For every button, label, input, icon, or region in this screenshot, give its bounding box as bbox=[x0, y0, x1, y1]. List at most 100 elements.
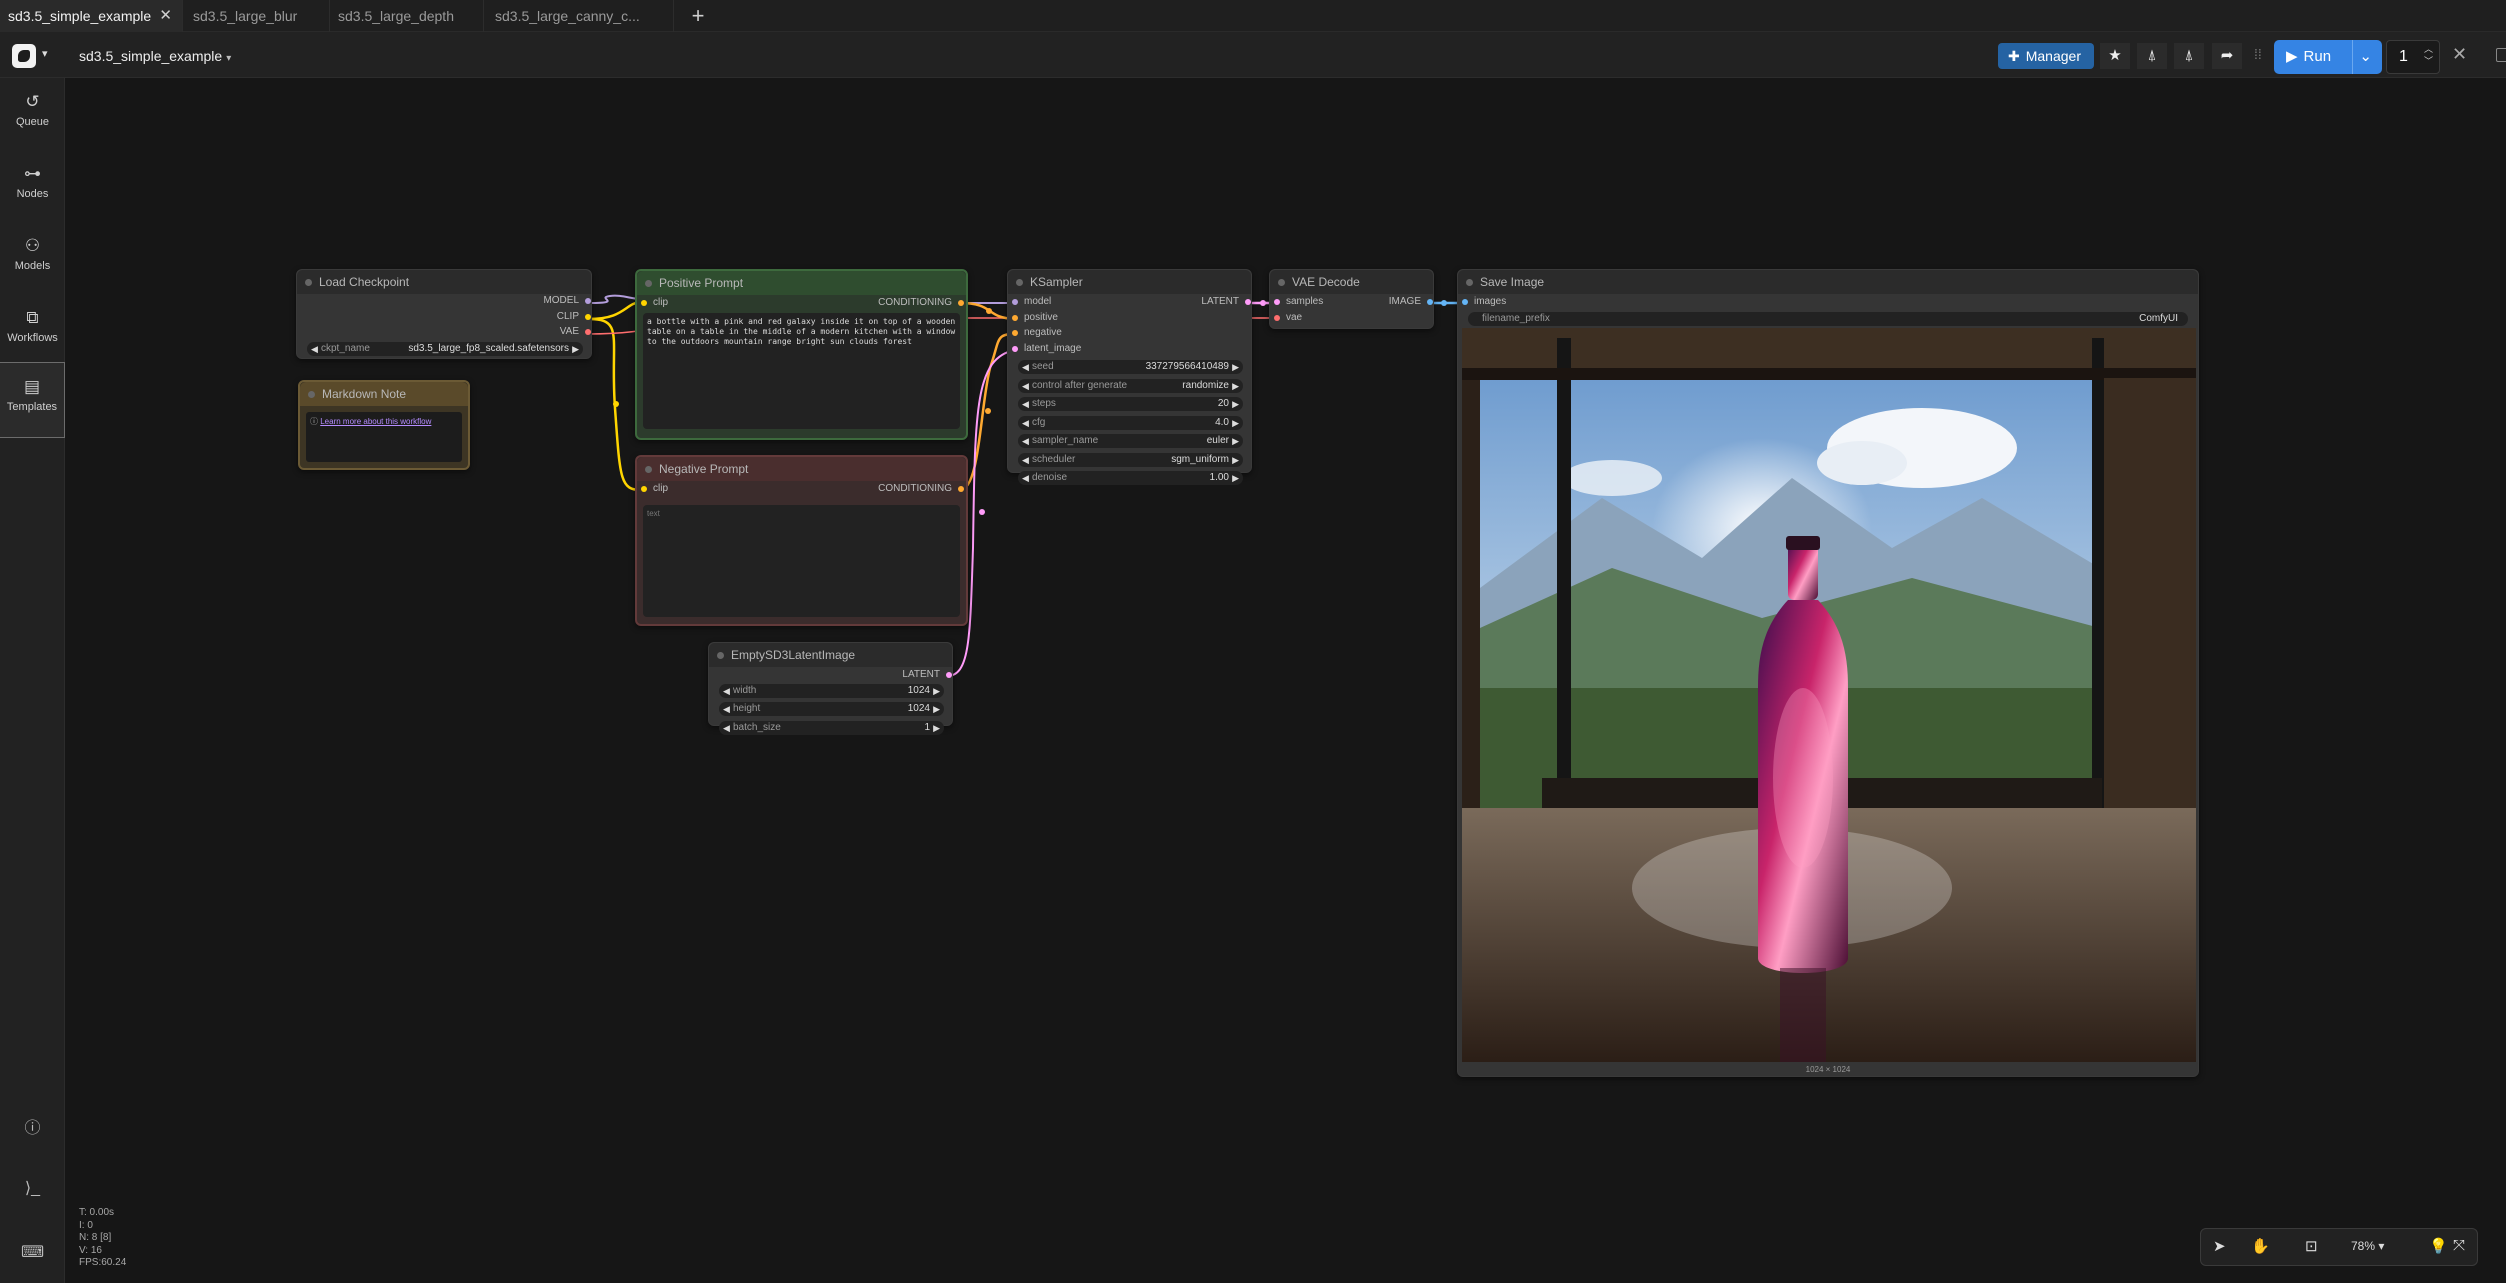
batch-count-input[interactable]: 1 ︿ ﹀ bbox=[2386, 40, 2440, 74]
chevron-down-icon[interactable]: ▾ bbox=[42, 47, 48, 60]
drag-handle-icon[interactable]: ⁞⁞ bbox=[2254, 46, 2262, 62]
node-positive-prompt[interactable]: Positive Prompt clip CONDITIONING a bott… bbox=[635, 269, 968, 440]
arrow-right-icon[interactable]: ▶ bbox=[1232, 453, 1239, 467]
model-a-icon[interactable]: ⍋ bbox=[2137, 43, 2167, 69]
slot-dot[interactable] bbox=[1274, 315, 1280, 321]
output-latent[interactable]: LATENT bbox=[1141, 296, 1251, 308]
slot-dot[interactable] bbox=[585, 329, 591, 335]
slot-dot[interactable] bbox=[585, 314, 591, 320]
output-clip[interactable]: CLIP bbox=[451, 311, 591, 323]
arrow-left-icon[interactable]: ◀ bbox=[1022, 434, 1029, 448]
stepper-arrows-icon[interactable]: ︿ ﹀ bbox=[2424, 43, 2433, 67]
slot-dot[interactable] bbox=[1462, 299, 1468, 305]
arrow-left-icon[interactable]: ◀ bbox=[311, 342, 318, 356]
node-save-image[interactable]: Save Image images filename_prefix ComfyU… bbox=[1457, 269, 2199, 1077]
slot-dot[interactable] bbox=[958, 486, 964, 492]
slot-dot[interactable] bbox=[1245, 299, 1251, 305]
node-title[interactable]: VAE Decode bbox=[1270, 270, 1433, 294]
close-icon[interactable]: ✕ bbox=[2452, 44, 2467, 65]
output-model[interactable]: MODEL bbox=[451, 295, 591, 307]
node-negative-prompt[interactable]: Negative Prompt clip CONDITIONING text bbox=[635, 455, 968, 626]
panel-toggle-icon[interactable] bbox=[2496, 48, 2506, 62]
input-clip[interactable]: clip bbox=[641, 297, 668, 309]
output-vae[interactable]: VAE bbox=[451, 326, 591, 338]
chevron-down-icon[interactable]: ⌄ bbox=[2359, 40, 2372, 74]
sidebar-item-workflows[interactable]: ⧉ Workflows bbox=[0, 294, 65, 364]
comfy-logo-icon[interactable] bbox=[12, 44, 36, 68]
sidebar-item-queue[interactable]: ↺ Queue bbox=[0, 78, 65, 148]
arrow-right-icon[interactable]: ▶ bbox=[572, 342, 579, 356]
node-ksampler[interactable]: KSampler model positive negative latent_… bbox=[1007, 269, 1252, 485]
model-b-icon[interactable]: ⍋ bbox=[2174, 43, 2204, 69]
arrow-left-icon[interactable]: ◀ bbox=[723, 702, 730, 716]
new-tab-plus-icon[interactable]: + bbox=[688, 0, 708, 32]
generated-image[interactable] bbox=[1462, 328, 2196, 1062]
run-button[interactable]: ▶ Run ⌄ bbox=[2274, 40, 2382, 74]
input-latent-image[interactable]: latent_image bbox=[1012, 343, 1081, 355]
sidebar-item-models[interactable]: ⚇ Models bbox=[0, 222, 65, 292]
slot-dot[interactable] bbox=[1012, 346, 1018, 352]
arrow-left-icon[interactable]: ◀ bbox=[1022, 397, 1029, 411]
arrow-left-icon[interactable]: ◀ bbox=[723, 721, 730, 735]
node-load-checkpoint[interactable]: Load Checkpoint MODEL CLIP VAE ◀ ckpt_na… bbox=[296, 269, 592, 359]
arrow-right-icon[interactable]: ▶ bbox=[1232, 471, 1239, 485]
seed-widget[interactable]: ◀ seed 337279566410489 ▶ bbox=[1018, 360, 1243, 374]
control-after-generate-widget[interactable]: ◀ control after generate randomize ▶ bbox=[1018, 379, 1243, 393]
arrow-right-icon[interactable]: ▶ bbox=[1232, 434, 1239, 448]
arrow-left-icon[interactable]: ◀ bbox=[1022, 416, 1029, 430]
slot-dot[interactable] bbox=[1012, 299, 1018, 305]
arrow-right-icon[interactable]: ▶ bbox=[933, 702, 940, 716]
node-title[interactable]: Negative Prompt bbox=[637, 457, 966, 481]
manager-button[interactable]: ✚ Manager bbox=[1998, 43, 2094, 69]
share-icon[interactable]: ➦ bbox=[2212, 43, 2242, 69]
positive-prompt-text[interactable]: a bottle with a pink and red galaxy insi… bbox=[643, 313, 960, 429]
zoom-level[interactable]: 78% ▾ bbox=[2351, 1239, 2384, 1253]
star-icon[interactable]: ★ bbox=[2100, 43, 2130, 69]
arrow-right-icon[interactable]: ▶ bbox=[933, 721, 940, 735]
tab-sd3-5-large-depth[interactable]: sd3.5_large_depth bbox=[331, 0, 484, 32]
tab-sd3-5-large-blur[interactable]: sd3.5_large_blur bbox=[184, 0, 330, 32]
tab-sd3-5-simple-example[interactable]: sd3.5_simple_example ✕ bbox=[0, 0, 183, 32]
height-widget[interactable]: ◀ height 1024 ▶ bbox=[719, 702, 944, 716]
node-title[interactable]: Markdown Note bbox=[300, 382, 468, 406]
help-icon[interactable]: ⓘ bbox=[0, 1114, 65, 1138]
negative-prompt-text[interactable]: text bbox=[643, 505, 960, 617]
node-markdown-note[interactable]: Markdown Note ⓘ Learn more about this wo… bbox=[298, 380, 470, 470]
steps-widget[interactable]: ◀ steps 20 ▶ bbox=[1018, 397, 1243, 411]
tab-sd3-5-large-canny[interactable]: sd3.5_large_canny_c... bbox=[485, 0, 674, 32]
arrow-left-icon[interactable]: ◀ bbox=[1022, 453, 1029, 467]
graph-canvas[interactable]: Load Checkpoint MODEL CLIP VAE ◀ ckpt_na… bbox=[65, 78, 2506, 1283]
workflow-info-link[interactable]: Learn more about this workflow bbox=[320, 417, 431, 426]
arrow-right-icon[interactable]: ▶ bbox=[1232, 360, 1239, 374]
slot-dot[interactable] bbox=[1274, 299, 1280, 305]
slot-dot[interactable] bbox=[641, 486, 647, 492]
slot-dot[interactable] bbox=[585, 298, 591, 304]
slot-dot[interactable] bbox=[1012, 315, 1018, 321]
arrow-left-icon[interactable]: ◀ bbox=[1022, 379, 1029, 393]
ckpt-name-combo[interactable]: ◀ ckpt_name sd3.5_large_fp8_scaled.safet… bbox=[307, 342, 583, 356]
batch-size-widget[interactable]: ◀ batch_size 1 ▶ bbox=[719, 721, 944, 735]
input-samples[interactable]: samples bbox=[1274, 296, 1323, 308]
input-vae[interactable]: vae bbox=[1274, 312, 1302, 324]
cfg-widget[interactable]: ◀ cfg 4.0 ▶ bbox=[1018, 416, 1243, 430]
arrow-right-icon[interactable]: ▶ bbox=[1232, 379, 1239, 393]
hide-links-icon[interactable]: ⤧ bbox=[2453, 1237, 2465, 1254]
arrow-left-icon[interactable]: ◀ bbox=[1022, 360, 1029, 374]
output-image[interactable]: IMAGE bbox=[1353, 296, 1433, 308]
filename-prefix-widget[interactable]: filename_prefix ComfyUI bbox=[1468, 312, 2188, 326]
input-positive[interactable]: positive bbox=[1012, 312, 1058, 324]
sidebar-item-templates[interactable]: ▤ Templates bbox=[0, 362, 65, 438]
input-images[interactable]: images bbox=[1462, 296, 1506, 308]
slot-dot[interactable] bbox=[1427, 299, 1433, 305]
select-pointer-icon[interactable]: ➤ bbox=[2213, 1237, 2226, 1255]
keyboard-icon[interactable]: ⌨ bbox=[0, 1242, 65, 1262]
arrow-right-icon[interactable]: ▶ bbox=[933, 684, 940, 698]
sampler-name-widget[interactable]: ◀ sampler_name euler ▶ bbox=[1018, 434, 1243, 448]
output-conditioning[interactable]: CONDITIONING bbox=[824, 483, 964, 495]
node-vae-decode[interactable]: VAE Decode samples vae IMAGE bbox=[1269, 269, 1434, 329]
arrow-left-icon[interactable]: ◀ bbox=[723, 684, 730, 698]
lightbulb-icon[interactable]: 💡 bbox=[2429, 1237, 2448, 1255]
output-conditioning[interactable]: CONDITIONING bbox=[824, 297, 964, 309]
denoise-widget[interactable]: ◀ denoise 1.00 ▶ bbox=[1018, 471, 1243, 485]
node-title[interactable]: Positive Prompt bbox=[637, 271, 966, 295]
